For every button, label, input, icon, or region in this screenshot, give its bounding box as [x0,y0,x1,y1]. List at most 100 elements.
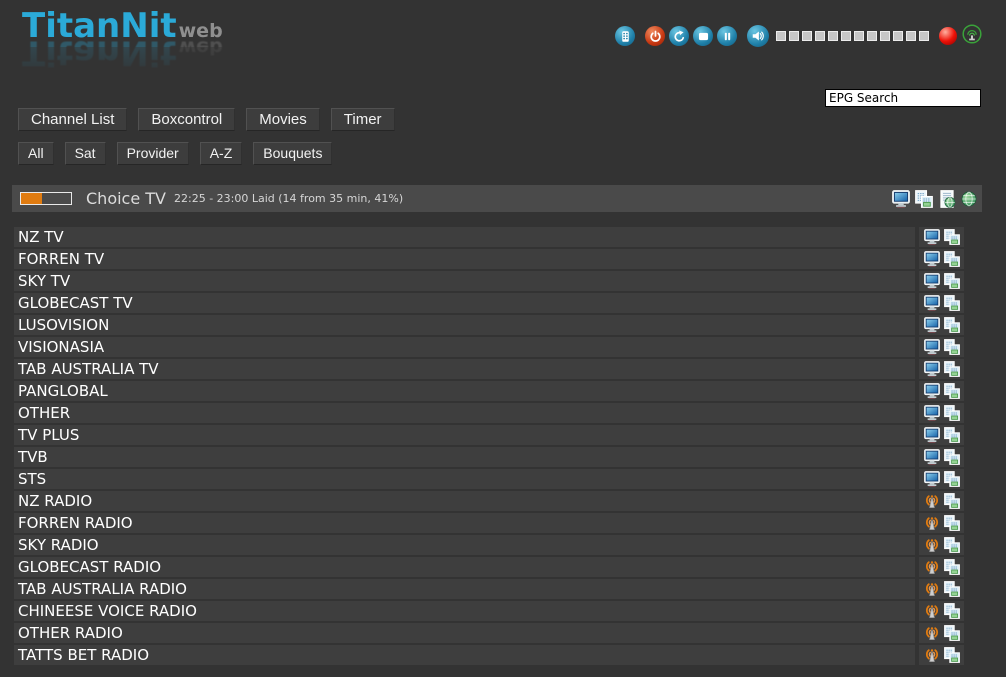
channel-name[interactable]: SKY RADIO [14,535,915,555]
channel-row-actions [919,403,964,423]
tv-icon[interactable] [924,295,940,311]
volume-square[interactable] [867,31,877,41]
radio-icon[interactable] [924,493,940,509]
epg-copy-icon[interactable] [944,647,960,663]
channel-row-actions [919,469,964,489]
channel-row-actions [919,425,964,445]
screen-button[interactable] [693,26,713,46]
radio-icon[interactable] [924,515,940,531]
remote-control-button[interactable] [615,26,635,46]
epg-copy-icon[interactable] [944,383,960,399]
volume-square[interactable] [880,31,890,41]
radio-icon[interactable] [924,625,940,641]
channel-name[interactable]: TAB AUSTRALIA TV [14,359,915,379]
tv-icon[interactable] [924,317,940,333]
channel-name[interactable]: NZ RADIO [14,491,915,511]
epg-copy-icon[interactable] [944,493,960,509]
epg-copy-icon[interactable] [944,427,960,443]
epg-copy-icon[interactable] [944,471,960,487]
pause-button[interactable] [717,26,737,46]
filter-bouquets-button[interactable]: Bouquets [253,142,332,165]
epg-copy-icon[interactable] [944,559,960,575]
volume-square[interactable] [815,31,825,41]
filter-sat-button[interactable]: Sat [65,142,106,165]
tv-icon[interactable] [924,251,940,267]
epg-copy-icon[interactable] [944,295,960,311]
filter-all-button[interactable]: All [18,142,54,165]
tv-icon[interactable] [924,471,940,487]
tv-icon[interactable] [924,229,940,245]
epg-copy-icon[interactable] [944,449,960,465]
volume-square[interactable] [841,31,851,41]
tv-icon[interactable] [924,405,940,421]
tv-icon[interactable] [924,339,940,355]
epg-copy-icon[interactable] [944,581,960,597]
channel-name[interactable]: VISIONASIA [14,337,915,357]
epg-copy-icon[interactable] [944,229,960,245]
nav-channel-list-button[interactable]: Channel List [18,108,127,131]
tv-icon[interactable] [924,449,940,465]
radio-icon[interactable] [924,603,940,619]
epg-copy-icon[interactable] [915,190,933,208]
epg-copy-icon[interactable] [944,361,960,377]
restart-button[interactable] [669,26,689,46]
volume-square[interactable] [789,31,799,41]
volume-square[interactable] [776,31,786,41]
channel-name[interactable]: CHINEESE VOICE RADIO [14,601,915,621]
radio-icon[interactable] [924,559,940,575]
tv-icon[interactable] [892,190,910,208]
channel-name[interactable]: TATTS BET RADIO [14,645,915,665]
channel-row-actions [919,513,964,533]
channel-name[interactable]: GLOBECAST RADIO [14,557,915,577]
tv-icon[interactable] [924,361,940,377]
epg-copy-icon[interactable] [944,273,960,289]
web-icon[interactable] [961,191,977,207]
volume-square[interactable] [854,31,864,41]
volume-square[interactable] [893,31,903,41]
epg-search-input[interactable] [825,89,981,107]
channel-name[interactable]: TVB [14,447,915,467]
tv-icon[interactable] [924,383,940,399]
epg-copy-icon[interactable] [944,515,960,531]
filter-provider-button[interactable]: Provider [117,142,189,165]
channel-name[interactable]: SKY TV [14,271,915,291]
volume-square[interactable] [802,31,812,41]
volume-button[interactable] [747,25,769,47]
radio-icon[interactable] [924,647,940,663]
channel-name[interactable]: TV PLUS [14,425,915,445]
radio-icon[interactable] [924,537,940,553]
channel-row-actions [919,293,964,313]
nav-timer-button[interactable]: Timer [331,108,395,131]
signal-icon[interactable] [962,24,982,48]
channel-row: NZ TV [14,227,964,247]
channel-name[interactable]: FORREN TV [14,249,915,269]
channel-row-actions [919,535,964,555]
epg-copy-icon[interactable] [944,251,960,267]
power-button[interactable] [645,26,665,46]
epg-copy-icon[interactable] [944,339,960,355]
volume-square[interactable] [828,31,838,41]
channel-name[interactable]: GLOBECAST TV [14,293,915,313]
epg-copy-icon[interactable] [944,603,960,619]
epg-copy-icon[interactable] [944,405,960,421]
tv-icon[interactable] [924,273,940,289]
epg-copy-icon[interactable] [944,537,960,553]
tv-icon[interactable] [924,427,940,443]
channel-name[interactable]: TAB AUSTRALIA RADIO [14,579,915,599]
stream-page-icon[interactable] [938,190,956,208]
nav-movies-button[interactable]: Movies [246,108,320,131]
filter-az-button[interactable]: A-Z [200,142,243,165]
channel-name[interactable]: NZ TV [14,227,915,247]
radio-icon[interactable] [924,581,940,597]
channel-name[interactable]: OTHER RADIO [14,623,915,643]
epg-copy-icon[interactable] [944,625,960,641]
epg-copy-icon[interactable] [944,317,960,333]
channel-name[interactable]: STS [14,469,915,489]
channel-name[interactable]: OTHER [14,403,915,423]
channel-name[interactable]: PANGLOBAL [14,381,915,401]
channel-name[interactable]: FORREN RADIO [14,513,915,533]
volume-square[interactable] [906,31,916,41]
volume-square[interactable] [919,31,929,41]
channel-name[interactable]: LUSOVISION [14,315,915,335]
nav-boxcontrol-button[interactable]: Boxcontrol [138,108,235,131]
